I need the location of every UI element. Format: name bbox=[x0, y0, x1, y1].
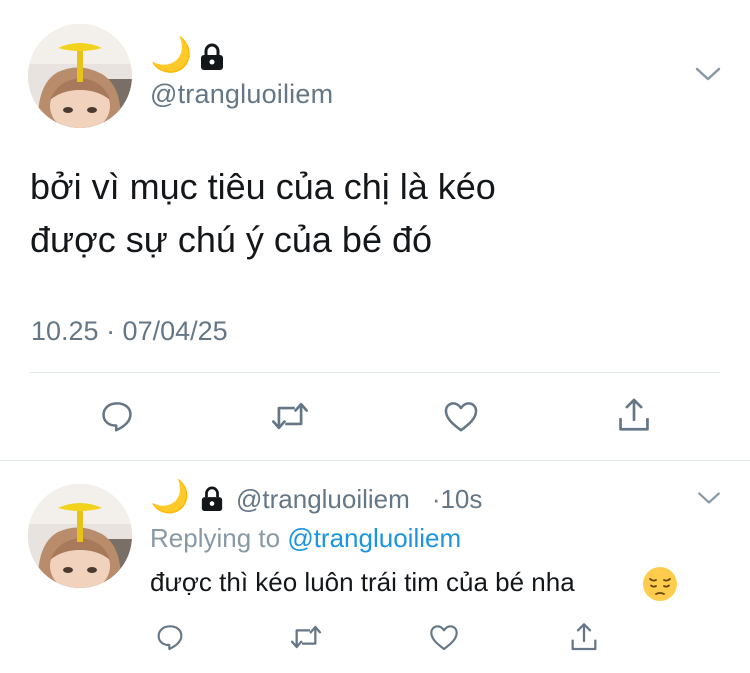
replying-to: Replying to @trangluoiliem bbox=[150, 523, 461, 554]
like-icon bbox=[444, 402, 478, 432]
reply-icon bbox=[157, 625, 183, 651]
retweet-icon bbox=[290, 625, 322, 649]
retweet-button[interactable] bbox=[286, 619, 326, 655]
share-button[interactable] bbox=[566, 618, 602, 656]
divider bbox=[0, 460, 750, 461]
moon-emoji: 🌙 bbox=[150, 35, 193, 75]
tweet-text: bởi vì mục tiêu của chị là kéo được sự c… bbox=[30, 160, 720, 266]
replying-mention-link[interactable]: @trangluoiliem bbox=[287, 523, 461, 553]
reply-button[interactable] bbox=[152, 619, 188, 655]
pensive-face-icon bbox=[643, 567, 677, 601]
reply-icon bbox=[102, 402, 132, 432]
like-button[interactable] bbox=[426, 620, 462, 654]
replying-label: Replying to bbox=[150, 523, 281, 553]
like-button[interactable] bbox=[439, 394, 483, 438]
share-icon bbox=[571, 623, 597, 651]
tweet-text-line: được sự chú ý của bé đó bbox=[30, 219, 433, 260]
like-icon bbox=[430, 625, 458, 651]
avatar-image bbox=[28, 484, 132, 588]
tweet-timestamp[interactable]: 10.25 · 07/04/25 bbox=[31, 316, 228, 347]
moon-emoji: 🌙 bbox=[150, 477, 190, 515]
chevron-down-icon[interactable] bbox=[696, 490, 722, 506]
reply-header: @trangluoiliem ·10s bbox=[236, 484, 482, 515]
chevron-down-icon[interactable] bbox=[694, 65, 722, 83]
tweet-handle[interactable]: @trangluoiliem bbox=[150, 79, 333, 110]
lock-icon bbox=[201, 486, 223, 511]
share-icon bbox=[619, 398, 649, 431]
avatar[interactable] bbox=[28, 24, 132, 128]
tweet-text-line: bởi vì mục tiêu của chị là kéo bbox=[30, 166, 496, 207]
reply-handle[interactable]: @trangluoiliem bbox=[236, 484, 410, 514]
retweet-icon bbox=[272, 402, 308, 430]
divider bbox=[30, 372, 720, 373]
reply-text: được thì kéo luôn trái tim của bé nha bbox=[150, 567, 575, 597]
reply-time: ·10s bbox=[431, 484, 483, 514]
lock-icon bbox=[201, 43, 223, 70]
retweet-button[interactable] bbox=[266, 394, 314, 438]
avatar-image bbox=[28, 24, 132, 128]
reply-avatar[interactable] bbox=[28, 484, 132, 588]
share-button[interactable] bbox=[612, 392, 656, 438]
reply-button[interactable] bbox=[95, 394, 139, 438]
